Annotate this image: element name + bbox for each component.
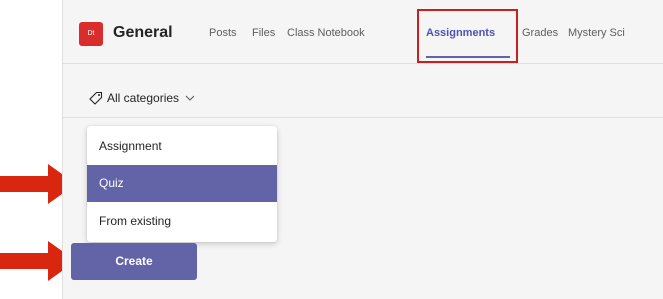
- tag-icon: [89, 91, 103, 105]
- tab-posts[interactable]: Posts: [209, 25, 237, 41]
- filter-divider: [63, 117, 663, 118]
- tab-grades[interactable]: Grades: [522, 25, 558, 41]
- create-button[interactable]: Create: [71, 243, 197, 280]
- annotation-highlight-box: [417, 9, 518, 63]
- channel-title: General: [113, 24, 173, 41]
- tab-mystery-science[interactable]: Mystery Sci: [568, 25, 625, 41]
- team-avatar[interactable]: Dt: [79, 22, 103, 46]
- tab-class-notebook[interactable]: Class Notebook: [287, 25, 365, 41]
- menu-item-quiz[interactable]: Quiz: [87, 165, 277, 202]
- tab-files[interactable]: Files: [252, 25, 275, 41]
- menu-item-from-existing[interactable]: From existing: [87, 203, 277, 240]
- menu-item-assignment[interactable]: Assignment: [87, 128, 277, 165]
- category-filter-label: All categories: [107, 91, 180, 105]
- teams-app-frame: Dt General Posts Files Class Notebook As…: [62, 0, 663, 299]
- category-filter[interactable]: All categories: [89, 88, 199, 108]
- create-dropdown-menu: Assignment Quiz From existing: [87, 126, 277, 242]
- channel-header: Dt General Posts Files Class Notebook As…: [63, 0, 663, 64]
- chevron-down-icon: [185, 95, 195, 101]
